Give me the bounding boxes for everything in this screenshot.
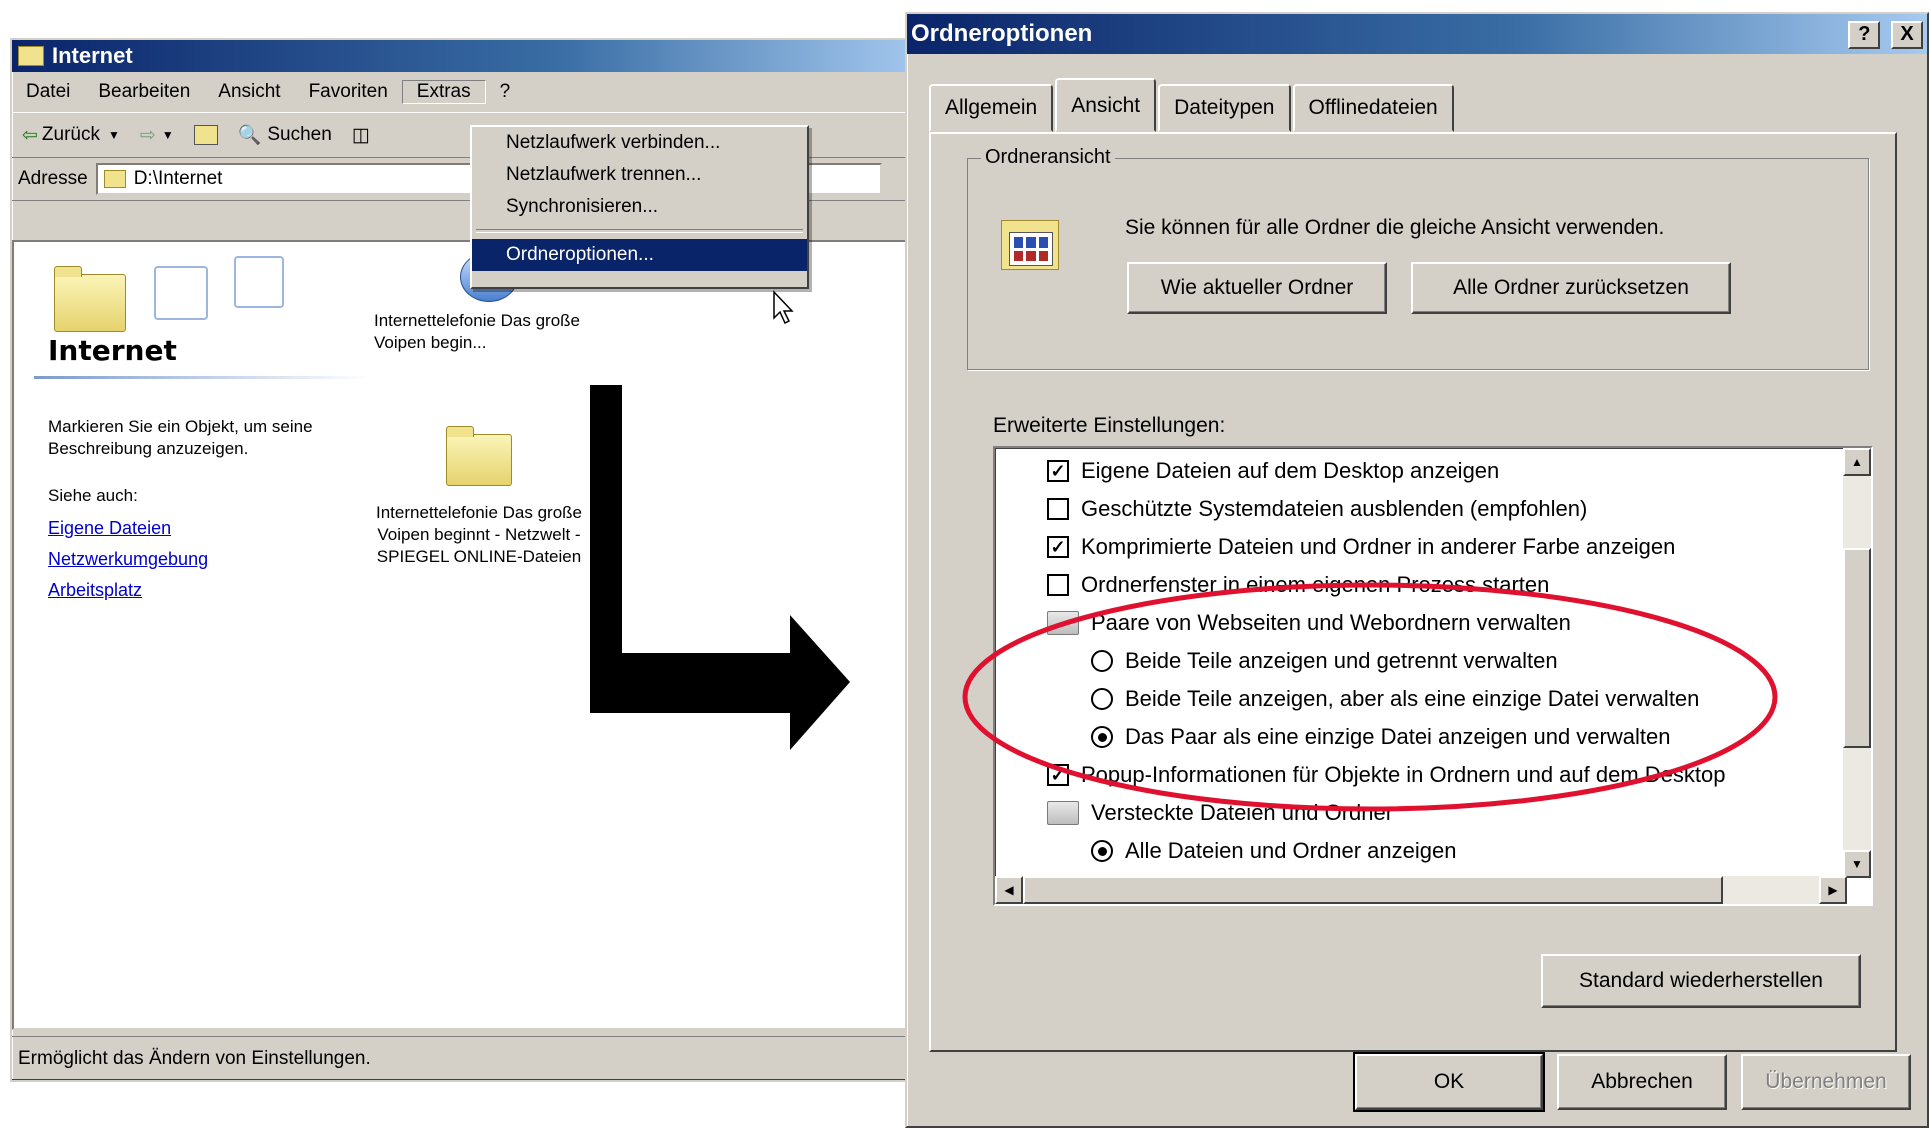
back-arrow-icon: ⇦	[22, 124, 38, 146]
folder-icon	[103, 170, 126, 188]
folder-view-legend: Ordneransicht	[981, 146, 1115, 169]
banner-graphic	[34, 256, 284, 336]
panel-heading: Internet	[48, 334, 177, 367]
folder-up-icon	[193, 125, 218, 145]
checkbox-unchecked[interactable]	[1047, 498, 1069, 520]
search-label: Suchen	[267, 124, 332, 145]
see-also-links: Eigene Dateien Netzwerkumgebung Arbeitsp…	[48, 518, 208, 611]
folders-icon: ◫	[351, 124, 370, 146]
restore-defaults-button[interactable]: Standard wiederherstellen	[1541, 954, 1861, 1008]
decoration-icon	[234, 256, 284, 308]
link-arbeitsplatz[interactable]: Arbeitsplatz	[48, 580, 208, 601]
address-value: D:\Internet	[133, 168, 223, 189]
checkbox-checked[interactable]: ✓	[1047, 536, 1069, 558]
folder-icon	[18, 46, 44, 66]
menu-bearbeiten[interactable]: Bearbeiten	[84, 81, 204, 103]
mouse-cursor-icon	[773, 290, 794, 325]
menu-ansicht[interactable]: Ansicht	[204, 81, 294, 103]
back-button[interactable]: ⇦ Zurück ▼	[12, 118, 130, 152]
ok-button[interactable]: OK	[1353, 1052, 1545, 1112]
apply-button[interactable]: Übernehmen	[1741, 1054, 1911, 1110]
cancel-button[interactable]: Abbrechen	[1557, 1054, 1727, 1110]
checkbox-checked[interactable]: ✓	[1047, 460, 1069, 482]
chevron-down-icon: ▼	[161, 128, 174, 142]
address-label: Adresse	[18, 168, 88, 189]
forward-button[interactable]: ⇨ ▼	[130, 118, 184, 152]
status-bar: Ermöglicht das Ändern von Einstellungen.	[12, 1036, 923, 1080]
menu-item-synchronize[interactable]: Synchronisieren...	[472, 191, 807, 223]
folder-view-text: Sie können für alle Ordner die gleiche A…	[1125, 216, 1665, 239]
menu-help[interactable]: ?	[486, 81, 525, 103]
tab-ansicht[interactable]: Ansicht	[1055, 78, 1157, 132]
setting-row[interactable]: Alle Dateien und Ordner anzeigen	[1091, 838, 1456, 864]
setting-label: Geschützte Systemdateien ausblenden (emp…	[1081, 496, 1588, 521]
folder-icon	[446, 426, 512, 486]
scroll-down-button[interactable]: ▼	[1843, 850, 1871, 878]
advanced-settings-label: Erweiterte Einstellungen:	[993, 414, 1226, 437]
setting-row[interactable]: ✓ Komprimierte Dateien und Ordner in ande…	[1047, 534, 1675, 560]
highlight-ellipse	[962, 582, 1778, 812]
up-button[interactable]	[184, 118, 228, 152]
decoration-icon	[154, 266, 208, 320]
file-item-label: Internettelefonie Das große Voipen begin…	[375, 503, 582, 566]
extras-menu: Netzlaufwerk verbinden... Netzlaufwerk t…	[470, 125, 809, 289]
menu-item-map-drive[interactable]: Netzlaufwerk verbinden...	[472, 127, 807, 159]
search-icon: 🔍	[237, 125, 262, 146]
menu-item-disconnect-drive[interactable]: Netzlaufwerk trennen...	[472, 159, 807, 191]
scroll-thumb[interactable]	[1023, 876, 1723, 904]
dialog-titlebar: Ordneroptionen ? X	[907, 14, 1927, 54]
folder-view-icon	[1001, 212, 1061, 270]
tab-dateitypen[interactable]: Dateitypen	[1158, 84, 1291, 132]
horizontal-scrollbar[interactable]: ◀ ▶	[995, 876, 1847, 904]
link-eigene-dateien[interactable]: Eigene Dateien	[48, 518, 208, 539]
panel-description: Markieren Sie ein Objekt, um seine Besch…	[48, 417, 313, 458]
tab-allgemein[interactable]: Allgemein	[929, 84, 1054, 132]
setting-label: Komprimierte Dateien und Ordner in ander…	[1081, 534, 1676, 559]
like-current-folder-button[interactable]: Wie aktueller Ordner	[1127, 262, 1387, 314]
search-button[interactable]: 🔍 Suchen	[228, 118, 342, 152]
file-item-folder[interactable]: Internettelefonie Das große Voipen begin…	[364, 426, 594, 568]
radio-selected[interactable]	[1091, 840, 1113, 862]
heading-divider	[34, 376, 369, 379]
titlebar-buttons: ? X	[1848, 19, 1927, 49]
menu-bar: Datei Bearbeiten Ansicht Favoriten Extra…	[12, 72, 927, 112]
file-item-label: Internettelefonie Das große Voipen begin…	[374, 311, 581, 352]
dialog-title: Ordneroptionen	[911, 20, 1093, 47]
menu-extras[interactable]: Extras	[401, 80, 486, 104]
scroll-up-button[interactable]: ▲	[1843, 448, 1871, 476]
tab-strip: Allgemein Ansicht Dateitypen Offlinedate…	[929, 78, 1456, 132]
link-netzwerkumgebung[interactable]: Netzwerkumgebung	[48, 549, 208, 570]
setting-row[interactable]: ✓ Eigene Dateien auf dem Desktop anzeigen	[1047, 458, 1499, 484]
folders-button[interactable]: ◫	[342, 118, 380, 152]
status-text: Ermöglicht das Ändern von Einstellungen.	[18, 1047, 371, 1069]
scroll-right-button[interactable]: ▶	[1819, 876, 1847, 904]
menu-datei[interactable]: Datei	[12, 81, 84, 103]
scroll-left-button[interactable]: ◀	[995, 876, 1023, 904]
setting-label: Eigene Dateien auf dem Desktop anzeigen	[1081, 458, 1500, 483]
menu-favoriten[interactable]: Favoriten	[295, 81, 402, 103]
arrow-annotation-icon	[590, 385, 850, 750]
tab-offlinedateien[interactable]: Offlinedateien	[1292, 84, 1454, 132]
forward-arrow-icon: ⇨	[139, 124, 156, 146]
folder-options-dialog: Ordneroptionen ? X Allgemein Ansicht Dat…	[905, 12, 1929, 1128]
vertical-scrollbar[interactable]: ▲ ▼	[1843, 448, 1871, 878]
setting-row[interactable]: Geschützte Systemdateien ausblenden (emp…	[1047, 496, 1587, 522]
menu-item-folder-options[interactable]: Ordneroptionen...	[472, 239, 807, 271]
chevron-down-icon: ▼	[108, 128, 120, 142]
back-label: Zurück	[41, 124, 100, 145]
reset-all-folders-button[interactable]: Alle Ordner zurücksetzen	[1411, 262, 1731, 314]
explorer-title: Internet	[52, 43, 133, 68]
setting-label: Alle Dateien und Ordner anzeigen	[1125, 838, 1457, 863]
see-also-label: Siehe auch:	[48, 486, 138, 505]
close-button[interactable]: X	[1891, 20, 1923, 49]
folder-icon	[54, 266, 126, 332]
scroll-thumb[interactable]	[1843, 548, 1871, 748]
menu-separator	[476, 229, 803, 233]
explorer-titlebar: Internet	[12, 40, 927, 72]
annotation-ellipse	[962, 582, 1778, 812]
help-button[interactable]: ?	[1848, 20, 1881, 49]
